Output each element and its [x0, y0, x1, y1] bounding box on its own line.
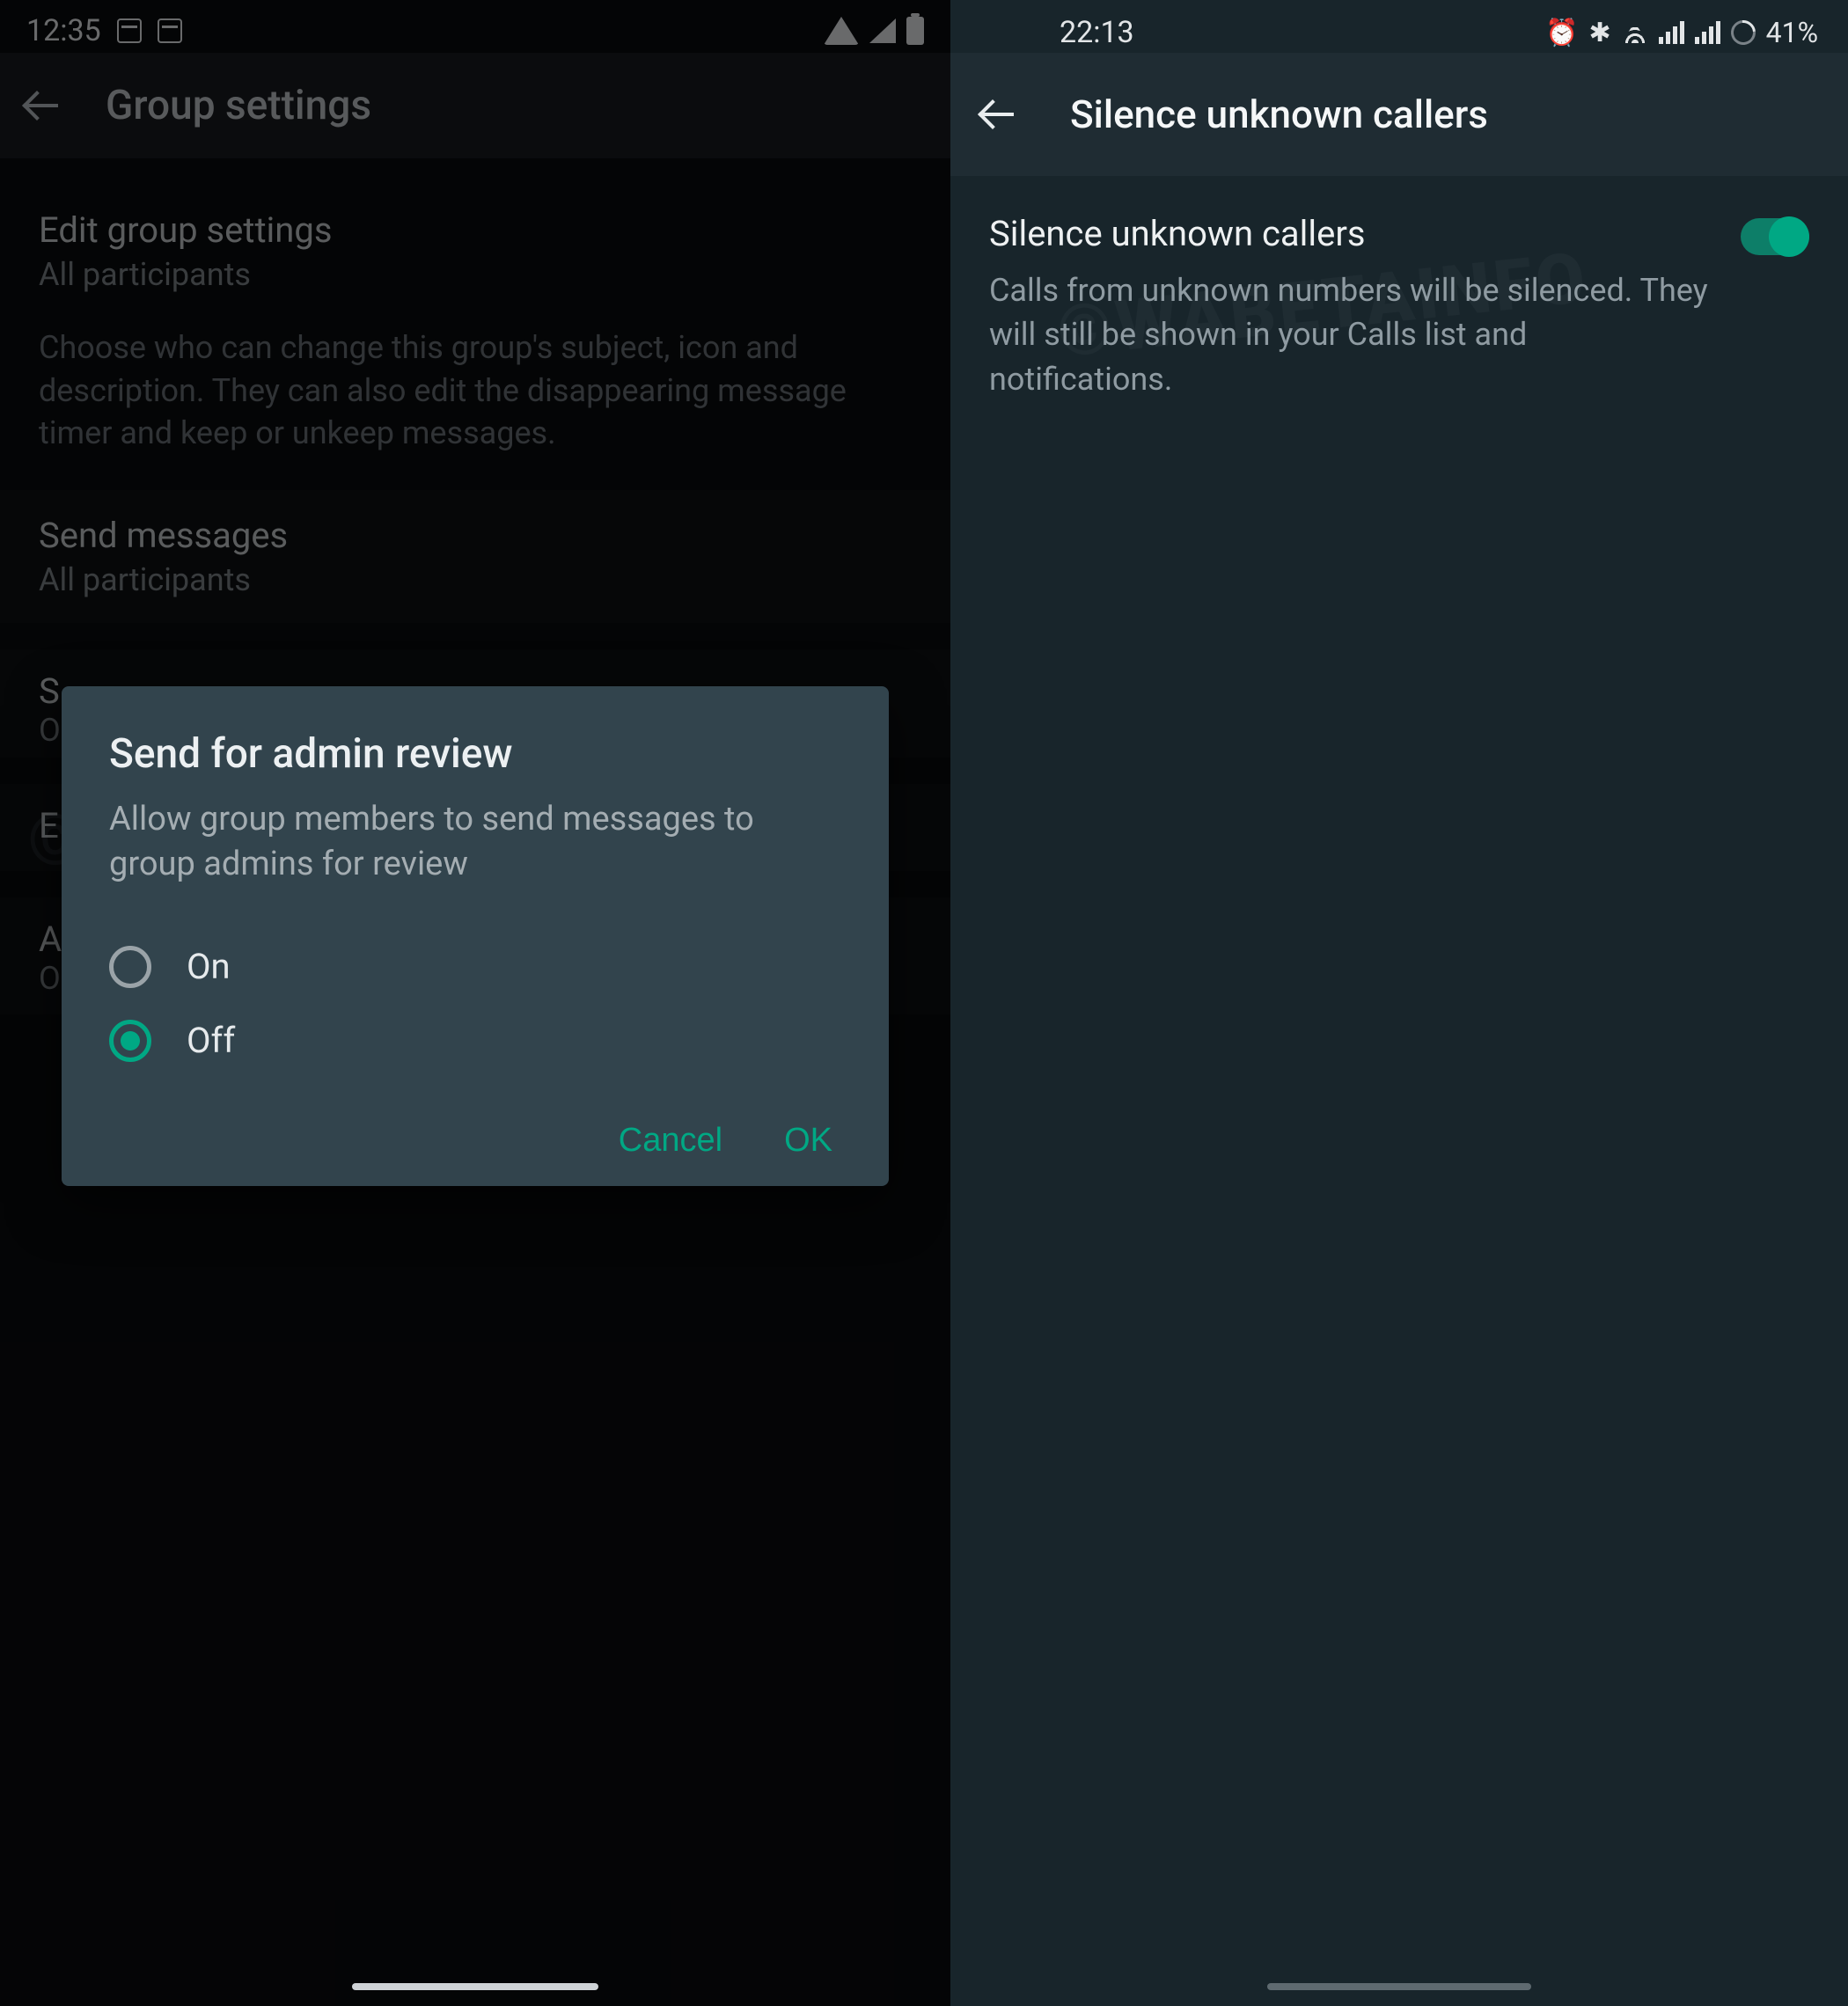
cellular-icon [869, 18, 896, 43]
battery-icon [906, 17, 924, 45]
radio-icon [109, 946, 151, 988]
battery-ring-icon [1726, 15, 1760, 49]
cancel-button[interactable]: Cancel [619, 1122, 722, 1160]
alarm-icon: ⏰ [1545, 18, 1578, 48]
radio-label: Off [187, 1020, 235, 1061]
appbar-left: Group settings [0, 53, 950, 158]
battery-percent: 41% [1766, 16, 1818, 49]
setting-subtitle: All participants [39, 256, 912, 293]
admin-review-dialog: Send for admin review Allow group member… [62, 686, 889, 1186]
cellular-icon [1659, 21, 1684, 44]
back-button[interactable] [982, 97, 1017, 132]
nav-pill[interactable] [352, 1983, 598, 1990]
setting-description: Calls from unknown numbers will be silen… [989, 268, 1714, 401]
back-button[interactable] [26, 88, 62, 123]
phone-left: 12:35 Group settings Edit group settings… [0, 0, 950, 2006]
dialog-description: Allow group members to send messages to … [109, 797, 841, 888]
page-title: Silence unknown callers [1070, 92, 1488, 137]
radio-option-off[interactable]: Off [109, 1004, 841, 1078]
status-time: 12:35 [26, 13, 101, 48]
setting-title: Silence unknown callers [989, 213, 1714, 254]
radio-icon [109, 1020, 151, 1062]
setting-title: Send messages [39, 515, 912, 556]
phone-right: 22:13 ⏰ ✱ 41% Silence unknown callers ©W… [950, 0, 1848, 2006]
dialog-title: Send for admin review [109, 730, 841, 778]
setting-send-messages[interactable]: Send messages All participants [0, 490, 950, 623]
appbar-right: Silence unknown callers [950, 53, 1848, 176]
calendar-icon [117, 18, 142, 43]
status-time: 22:13 [1060, 15, 1134, 50]
status-bar-left: 12:35 [0, 0, 950, 53]
toggle-switch[interactable] [1741, 218, 1809, 255]
wifi-icon [1622, 22, 1648, 43]
setting-title: Edit group settings [39, 209, 912, 251]
setting-silence-unknown[interactable]: Silence unknown callers Calls from unkno… [989, 213, 1809, 401]
nav-pill[interactable] [1267, 1983, 1531, 1990]
wifi-icon [824, 17, 859, 45]
ok-button[interactable]: OK [784, 1122, 832, 1160]
radio-option-on[interactable]: On [109, 930, 841, 1004]
setting-edit-group[interactable]: Edit group settings All participants [0, 185, 950, 318]
calendar-icon [158, 18, 182, 43]
page-title: Group settings [106, 82, 371, 129]
bluetooth-icon: ✱ [1588, 18, 1610, 48]
cellular-icon [1695, 21, 1720, 44]
content-right: Silence unknown callers Calls from unkno… [950, 176, 1848, 438]
status-bar-right: 22:13 ⏰ ✱ 41% [950, 0, 1848, 53]
setting-description: Choose who can change this group's subje… [0, 318, 950, 485]
setting-subtitle: All participants [39, 561, 912, 598]
radio-label: On [187, 946, 231, 987]
